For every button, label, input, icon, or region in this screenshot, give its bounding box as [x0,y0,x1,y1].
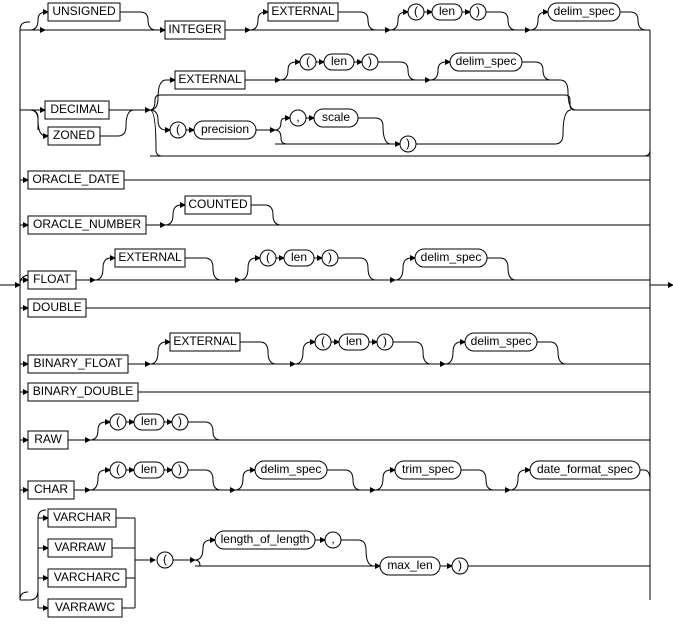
rparen-2: ) [368,54,372,68]
len-1: len [439,4,455,18]
unsigned-keyword: UNSIGNED [52,4,116,18]
binary-float-keyword: BINARY_FLOAT [34,356,124,370]
double-keyword: DOUBLE [32,300,81,314]
len-2: len [331,54,347,68]
external-keyword-1: EXTERNAL [271,4,335,18]
oracle-number-keyword: ORACLE_NUMBER [33,217,141,231]
varchar-keyword: VARCHAR [53,510,111,524]
scale: scale [322,110,350,124]
varrawc-keyword: VARRAWC [55,600,115,614]
external-keyword-2: EXTERNAL [178,72,242,86]
external-keyword-7: EXTERNAL [173,334,237,348]
delim-spec-10: delim_spec [261,462,322,476]
lparen-11: ( [163,552,167,566]
comma-1: , [296,110,299,124]
len-9: len [141,414,157,428]
lparen-7: ( [321,334,325,348]
lparen-5: ( [266,250,270,264]
delim-spec-1: delim_spec [554,4,615,18]
binary-double-keyword: BINARY_DOUBLE [33,384,133,398]
rparen-10: ) [178,462,182,476]
comma-11: , [331,532,334,546]
raw-keyword: RAW [34,432,62,446]
lparen-1: ( [414,4,418,18]
zoned-keyword: ZONED [53,128,95,142]
counted-keyword: COUNTED [188,197,248,211]
delim-spec-7: delim_spec [471,334,532,348]
lparen-2: ( [306,54,310,68]
trim-spec: trim_spec [402,462,454,476]
varraw-keyword: VARRAW [54,540,106,554]
rparen-11: ) [458,558,462,572]
lparen-9: ( [116,414,120,428]
oracle-date-keyword: ORACLE_DATE [32,172,119,186]
rparen-5: ) [328,250,332,264]
rparen-1: ) [476,4,480,18]
lparen-3: ( [176,122,180,136]
char-keyword: CHAR [34,482,68,496]
max-len: max_len [387,558,432,572]
decimal-keyword: DECIMAL [50,102,104,116]
external-keyword-3: EXTERNAL [118,250,182,264]
delim-spec-5: delim_spec [421,250,482,264]
len-5: len [291,250,307,264]
rparen-9: ) [178,414,182,428]
railroad-diagram: UNSIGNED INTEGER EXTERNAL ( len ) delim_… [0,0,673,643]
date-format-spec: date_format_spec [537,462,633,476]
lparen-10: ( [116,462,120,476]
integer-keyword: INTEGER [168,22,222,36]
delim-spec-2: delim_spec [456,54,517,68]
precision: precision [201,122,249,136]
rparen-7: ) [383,334,387,348]
length-of-length: length_of_length [221,532,310,546]
float-keyword: FLOAT [33,272,71,286]
len-10: len [141,462,157,476]
rparen-3: ) [406,136,410,150]
len-7: len [346,334,362,348]
varcharc-keyword: VARCHARC [54,570,121,584]
